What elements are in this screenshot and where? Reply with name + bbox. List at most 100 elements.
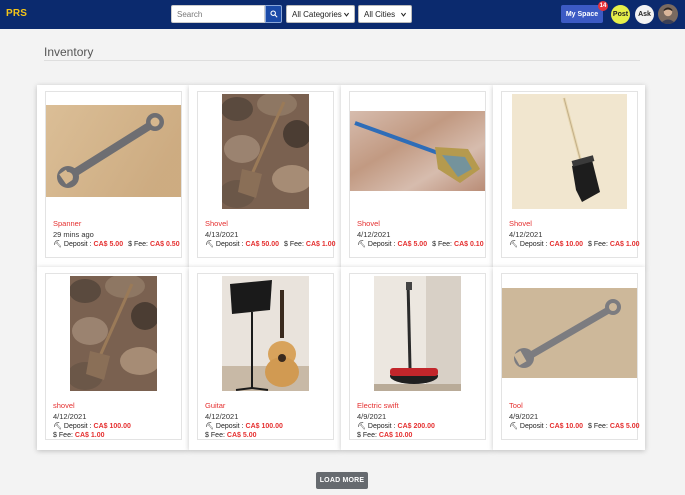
item-image[interactable] — [46, 92, 181, 210]
deposit-value: CA$ 5.00 — [93, 240, 124, 248]
deposit-label: Deposit : — [367, 422, 396, 430]
item-image[interactable] — [46, 274, 181, 392]
item-image[interactable] — [502, 92, 637, 210]
price-row: ⛏ Deposit : CA$ 50.00 $ Fee: CA$ 1.00 — [205, 240, 336, 249]
dollar-icon: $ — [432, 240, 436, 248]
fee-label: Fee: — [438, 240, 453, 248]
inventory-cell: Guitar 4/12/2021 ⛏ Deposit : CA$ 100.00 … — [189, 267, 341, 450]
deposit-value: CA$ 10.00 — [549, 422, 583, 430]
deposit-value: CA$ 50.00 — [245, 240, 279, 248]
item-name[interactable]: Shovel — [357, 219, 380, 228]
item-image[interactable] — [198, 92, 333, 210]
price-row: ⛏ Deposit : CA$ 10.00 $ Fee: CA$ 1.00 — [509, 240, 640, 249]
fee-value: CA$ 10.00 — [378, 432, 413, 439]
inventory-cell: Shovel 4/12/2021 ⛏ Deposit : CA$ 10.00 $… — [493, 85, 645, 268]
deposit-value: CA$ 100.00 — [245, 422, 283, 430]
item-name[interactable]: shovel — [53, 401, 75, 410]
item-date: 4/12/2021 — [205, 412, 239, 421]
deposit-icon: ⛏ — [509, 241, 518, 248]
item-name[interactable]: Guitar — [205, 401, 225, 410]
page-title: Inventory — [44, 45, 94, 59]
item-date: 29 mins ago — [53, 230, 94, 239]
category-select-value: All Categories — [292, 9, 342, 19]
fee-value: CA$ 5.00 — [609, 422, 640, 430]
item-card[interactable]: Guitar 4/12/2021 ⛏ Deposit : CA$ 100.00 … — [197, 273, 334, 440]
fee-row: $ Fee: CA$ 5.00 — [205, 432, 257, 439]
deposit-label: Deposit : — [519, 422, 548, 430]
item-date: 4/12/2021 — [357, 230, 391, 239]
city-select[interactable]: All Cities — [358, 5, 412, 23]
dollar-icon: $ — [283, 240, 288, 248]
chevron-down-icon — [400, 12, 407, 17]
brand-logo[interactable]: PRS — [6, 8, 27, 19]
item-image[interactable] — [350, 274, 485, 392]
fee-row: $ Fee: CA$ 1.00 — [53, 432, 105, 439]
top-navbar: PRS All Categories All Cities My Space 1… — [0, 0, 685, 29]
inventory-cell: Electric swift 4/9/2021 ⛏ Deposit : CA$ … — [341, 267, 493, 450]
search-input[interactable] — [171, 5, 265, 23]
deposit-label: Deposit : — [367, 240, 396, 248]
inventory-grid: Spanner 29 mins ago ⛏ Deposit : CA$ 5.00… — [37, 85, 645, 455]
fee-value: CA$ 1.00 — [609, 240, 640, 248]
title-divider — [44, 60, 640, 61]
item-name[interactable]: Shovel — [509, 219, 532, 228]
post-button[interactable]: Post — [611, 5, 630, 24]
fee-row: $ Fee: CA$ 10.00 — [357, 432, 412, 439]
item-card[interactable]: Electric swift 4/9/2021 ⛏ Deposit : CA$ … — [349, 273, 486, 440]
item-image[interactable] — [198, 274, 333, 392]
deposit-icon: ⛏ — [205, 423, 214, 430]
item-image[interactable] — [350, 92, 485, 210]
item-name[interactable]: Shovel — [205, 219, 228, 228]
price-row: ⛏ Deposit : CA$ 5.00 $ Fee: CA$ 0.50 — [53, 240, 180, 249]
deposit-icon: ⛏ — [205, 241, 214, 248]
inventory-cell: shovel 4/12/2021 ⛏ Deposit : CA$ 100.00 … — [37, 267, 189, 450]
inventory-cell: Shovel 4/13/2021 ⛏ Deposit : CA$ 50.00 $… — [189, 85, 341, 268]
item-card[interactable]: Shovel 4/12/2021 ⛏ Deposit : CA$ 5.00 $ … — [349, 91, 486, 258]
fee-label: Fee: — [593, 422, 608, 430]
deposit-label: Deposit : — [215, 422, 244, 430]
category-select[interactable]: All Categories — [286, 5, 355, 23]
inventory-cell: Tool 4/9/2021 ⛏ Deposit : CA$ 10.00 $ Fe… — [493, 267, 645, 450]
item-date: 4/9/2021 — [509, 412, 539, 421]
deposit-icon: ⛏ — [53, 241, 62, 248]
item-date: 4/9/2021 — [357, 412, 387, 421]
item-card[interactable]: Shovel 4/12/2021 ⛏ Deposit : CA$ 10.00 $… — [501, 91, 640, 258]
city-select-value: All Cities — [364, 9, 396, 19]
search-bar — [171, 5, 282, 23]
dollar-icon: $ — [357, 432, 361, 439]
item-card[interactable]: Spanner 29 mins ago ⛏ Deposit : CA$ 5.00… — [45, 91, 182, 258]
dollar-icon: $ — [587, 422, 592, 430]
deposit-icon: ⛏ — [357, 423, 366, 430]
item-date: 4/12/2021 — [53, 412, 87, 421]
item-name[interactable]: Spanner — [53, 219, 81, 228]
load-more-button[interactable]: LOAD MORE — [316, 472, 368, 489]
fee-label: Fee: — [210, 432, 225, 439]
dollar-icon: $ — [587, 240, 592, 248]
fee-value: CA$ 0.50 — [150, 240, 180, 248]
search-button[interactable] — [265, 5, 282, 23]
item-name[interactable]: Tool — [509, 401, 523, 410]
item-card[interactable]: Shovel 4/13/2021 ⛏ Deposit : CA$ 50.00 $… — [197, 91, 336, 258]
deposit-icon: ⛏ — [53, 423, 62, 430]
item-image[interactable] — [502, 274, 637, 392]
fee-value: CA$ 0.10 — [454, 240, 484, 248]
fee-label: Fee: — [362, 432, 377, 439]
deposit-icon: ⛏ — [357, 241, 366, 248]
deposit-row: ⛏ Deposit : CA$ 100.00 — [205, 422, 283, 431]
price-row: ⛏ Deposit : CA$ 5.00 $ Fee: CA$ 0.10 — [357, 240, 484, 249]
fee-label: Fee: — [289, 240, 304, 248]
item-name[interactable]: Electric swift — [357, 401, 399, 410]
item-date: 4/12/2021 — [509, 230, 543, 239]
fee-value: CA$ 1.00 — [305, 240, 336, 248]
deposit-label: Deposit : — [63, 422, 92, 430]
deposit-value: CA$ 100.00 — [93, 422, 131, 430]
dollar-icon: $ — [53, 432, 57, 439]
ask-button[interactable]: Ask — [635, 5, 654, 24]
deposit-icon: ⛏ — [509, 423, 518, 430]
my-space-button[interactable]: My Space — [561, 5, 603, 23]
item-card[interactable]: shovel 4/12/2021 ⛏ Deposit : CA$ 100.00 … — [45, 273, 182, 440]
dollar-icon: $ — [128, 240, 132, 248]
fee-value: CA$ 5.00 — [226, 432, 257, 439]
avatar[interactable] — [658, 4, 678, 24]
item-card[interactable]: Tool 4/9/2021 ⛏ Deposit : CA$ 10.00 $ Fe… — [501, 273, 640, 440]
